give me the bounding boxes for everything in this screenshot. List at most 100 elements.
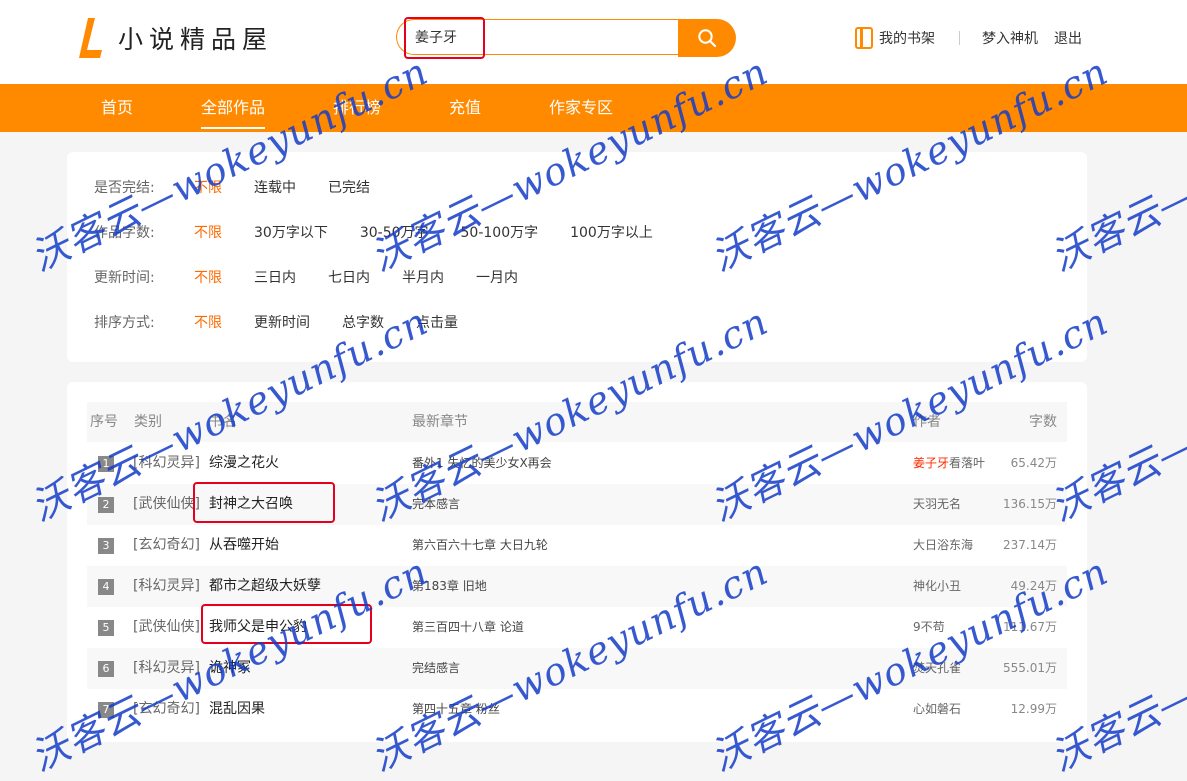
filter-option[interactable]: 三日内 xyxy=(254,267,296,287)
filter-option[interactable]: 半月内 xyxy=(402,267,444,287)
th-latest-chapter: 最新章节 xyxy=(412,414,468,430)
filter-option[interactable]: 七日内 xyxy=(328,267,370,287)
book-title[interactable]: 诡神冢 xyxy=(209,648,251,689)
book-title[interactable]: 我师父是申公豹 xyxy=(209,607,307,648)
book-category[interactable]: [玄幻奇幻] xyxy=(133,525,200,566)
rank-badge: 7 xyxy=(98,702,114,718)
book-author[interactable]: 天羽无名 xyxy=(913,484,961,525)
bookshelf-icon xyxy=(855,27,873,49)
filter-completion: 是否完结: 不限 连载中 已完结 xyxy=(94,177,402,197)
book-author[interactable]: 9不苟 xyxy=(913,607,945,648)
book-author[interactable]: 大日浴东海 xyxy=(913,525,973,566)
site-header: 小说精品屋 我的书架 梦入神机 退出 xyxy=(0,0,1187,84)
book-category[interactable]: [武侠仙侠] xyxy=(133,484,200,525)
book-author[interactable]: 姜子牙看落叶 xyxy=(913,443,985,484)
latest-chapter[interactable]: 完结感言 xyxy=(412,648,460,689)
book-author[interactable]: 心如磐石 xyxy=(913,689,961,730)
th-word-count: 字数 xyxy=(1029,414,1057,430)
nav-author-zone[interactable]: 作家专区 xyxy=(549,84,613,132)
author-highlight: 姜子牙 xyxy=(913,456,950,470)
filter-label: 是否完结: xyxy=(94,180,155,196)
th-author: 作者 xyxy=(913,414,941,430)
filter-word-count: 作品字数: 不限 30万字以下 30-50万字 50-100万字 100万字以上 xyxy=(94,222,685,242)
table-row: 4 [科幻灵异] 都市之超级大妖孽 第183章 旧地 神化小丑 49.24万 xyxy=(87,566,1067,607)
author-rest: 看落叶 xyxy=(949,456,986,470)
word-count: 65.42万 xyxy=(1010,456,1057,470)
book-title[interactable]: 从吞噬开始 xyxy=(209,525,279,566)
book-category[interactable]: [玄幻奇幻] xyxy=(133,689,200,730)
book-title[interactable]: 都市之超级大妖孽 xyxy=(209,566,321,607)
filter-option[interactable]: 100万字以上 xyxy=(570,222,653,242)
nav-all-works[interactable]: 全部作品 xyxy=(201,84,266,132)
search-bar xyxy=(396,19,736,57)
table-row: 1 [科幻灵异] 综漫之花火 番外1 失忆的美少女X再会 姜子牙看落叶 65.4… xyxy=(87,443,1067,484)
filter-option[interactable]: 一月内 xyxy=(476,267,518,287)
table-row: 5 [武侠仙侠] 我师父是申公豹 第三百四十八章 论道 9不苟 111.67万 xyxy=(87,607,1067,648)
latest-chapter[interactable]: 第183章 旧地 xyxy=(412,566,487,607)
word-count: 555.01万 xyxy=(1003,661,1057,675)
rank-badge: 5 xyxy=(98,620,114,636)
book-title[interactable]: 封神之大召唤 xyxy=(209,484,293,525)
filter-panel: 是否完结: 不限 连载中 已完结 作品字数: 不限 30万字以下 30-50万字… xyxy=(67,152,1087,362)
filter-label: 作品字数: xyxy=(94,225,155,241)
filter-option[interactable]: 30-50万字 xyxy=(360,222,429,242)
book-list-panel: 序号 类别 书名 最新章节 作者 字数 1 [科幻灵异] 综漫之花火 番外1 失… xyxy=(67,382,1087,742)
filter-label: 更新时间: xyxy=(94,270,155,286)
main-nav: 首页 全部作品 排行榜 充值 作家专区 xyxy=(0,84,1187,132)
latest-chapter[interactable]: 完本感言 xyxy=(412,484,460,525)
th-category: 类别 xyxy=(134,414,162,430)
book-title[interactable]: 混乱因果 xyxy=(209,689,265,730)
word-count: 111.67万 xyxy=(1003,620,1057,634)
filter-option[interactable]: 不限 xyxy=(194,177,222,197)
bookshelf-label: 我的书架 xyxy=(879,31,935,47)
book-category[interactable]: [科幻灵异] xyxy=(133,566,200,607)
nav-ranking[interactable]: 排行榜 xyxy=(333,84,381,132)
rank-badge: 3 xyxy=(98,538,114,554)
book-author[interactable]: 神化小丑 xyxy=(913,566,961,607)
word-count: 237.14万 xyxy=(1003,538,1057,552)
site-logo[interactable]: 小说精品屋 xyxy=(78,16,273,60)
book-category[interactable]: [武侠仙侠] xyxy=(133,607,200,648)
bookshelf-link[interactable]: 我的书架 xyxy=(855,27,935,49)
logo-text: 小说精品屋 xyxy=(118,25,274,54)
nav-recharge[interactable]: 充值 xyxy=(449,84,481,132)
filter-option[interactable]: 连载中 xyxy=(254,177,296,197)
filter-option[interactable]: 已完结 xyxy=(328,177,370,197)
user-links: 我的书架 梦入神机 退出 xyxy=(855,27,1082,49)
filter-option[interactable]: 不限 xyxy=(194,222,222,242)
table-row: 6 [科幻灵异] 诡神冢 完结感言 焚天孔雀 555.01万 xyxy=(87,648,1067,689)
search-input[interactable] xyxy=(396,19,678,55)
rank-badge: 4 xyxy=(98,579,114,595)
logout-link[interactable]: 退出 xyxy=(1054,28,1082,48)
word-count: 49.24万 xyxy=(1010,579,1057,593)
table-row: 7 [玄幻奇幻] 混乱因果 第四十五章 粉丝 心如磐石 12.99万 xyxy=(87,689,1067,730)
book-category[interactable]: [科幻灵异] xyxy=(133,648,200,689)
filter-option[interactable]: 更新时间 xyxy=(254,312,310,332)
filter-option[interactable]: 50-100万字 xyxy=(461,222,539,242)
rank-badge: 2 xyxy=(98,497,114,513)
latest-chapter[interactable]: 第六百六十七章 大日九轮 xyxy=(412,525,548,566)
th-title: 书名 xyxy=(209,414,237,430)
divider xyxy=(959,31,960,45)
search-button[interactable] xyxy=(678,19,736,57)
word-count: 136.15万 xyxy=(1003,497,1057,511)
latest-chapter[interactable]: 第四十五章 粉丝 xyxy=(412,689,500,730)
book-author[interactable]: 焚天孔雀 xyxy=(913,648,961,689)
book-title[interactable]: 综漫之花火 xyxy=(209,443,279,484)
book-category[interactable]: [科幻灵异] xyxy=(133,443,200,484)
filter-option[interactable]: 点击量 xyxy=(416,312,458,332)
filter-option[interactable]: 不限 xyxy=(194,312,222,332)
word-count: 12.99万 xyxy=(1010,702,1057,716)
latest-chapter[interactable]: 第三百四十八章 论道 xyxy=(412,607,524,648)
filter-option[interactable]: 总字数 xyxy=(342,312,384,332)
search-icon xyxy=(698,29,717,48)
username-link[interactable]: 梦入神机 xyxy=(982,28,1038,48)
filter-option[interactable]: 30万字以下 xyxy=(254,222,328,242)
filter-option[interactable]: 不限 xyxy=(194,267,222,287)
rank-badge: 1 xyxy=(98,456,114,472)
rank-badge: 6 xyxy=(98,661,114,677)
latest-chapter[interactable]: 番外1 失忆的美少女X再会 xyxy=(412,443,552,484)
logo-mark-icon xyxy=(79,18,102,58)
nav-home[interactable]: 首页 xyxy=(101,84,133,132)
filter-sort: 排序方式: 不限 更新时间 总字数 点击量 xyxy=(94,312,490,332)
